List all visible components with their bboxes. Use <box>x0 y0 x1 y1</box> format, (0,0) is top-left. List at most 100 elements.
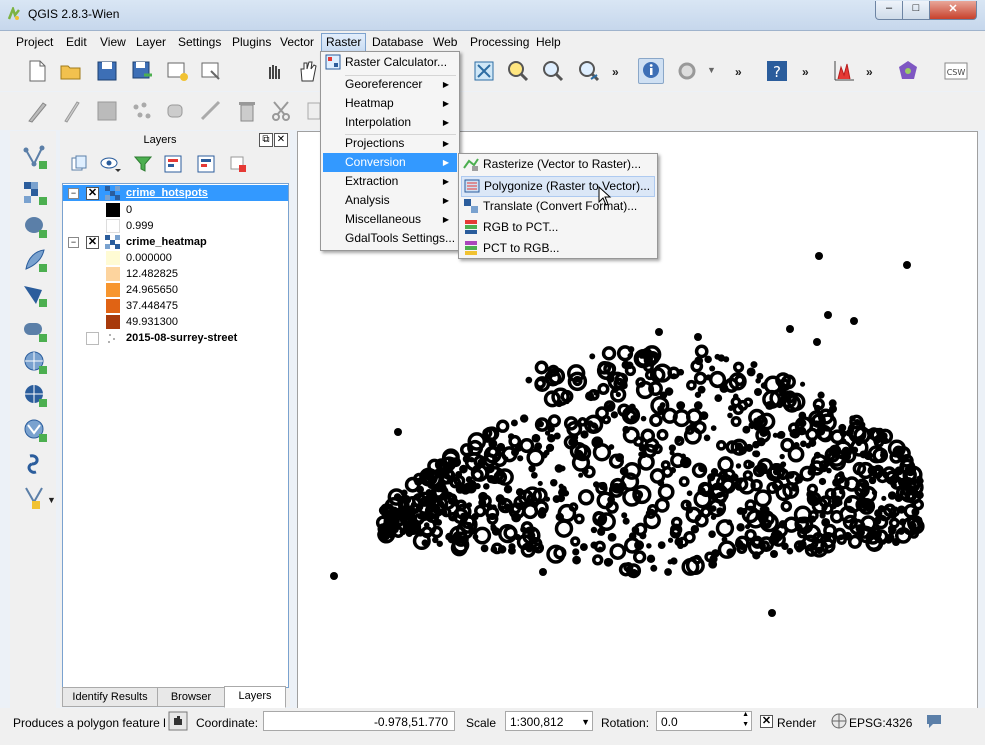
add-spatialite-layer-icon[interactable] <box>22 247 48 273</box>
spin-arrows-icon[interactable]: ▲ ▼ <box>742 710 749 730</box>
menu-raster[interactable]: Raster <box>321 33 367 52</box>
messages-icon[interactable] <box>925 713 943 729</box>
menu-item-conversion[interactable]: Conversion ▶ <box>323 153 457 172</box>
menu-view[interactable]: View <box>96 34 130 51</box>
tab-identify-results[interactable]: Identify Results <box>62 687 158 707</box>
close-window-button[interactable]: ✕ <box>929 1 977 20</box>
new-project-icon[interactable] <box>25 59 49 83</box>
add-group-icon[interactable] <box>70 155 88 173</box>
plugin-icon[interactable] <box>896 59 920 83</box>
node-tool-icon[interactable] <box>199 99 223 123</box>
menu-item-raster-calculator[interactable]: Raster Calculator... <box>323 53 457 72</box>
layer-visibility-checkbox[interactable]: ✕ <box>86 236 99 249</box>
select-dropdown-icon[interactable]: ▼ <box>707 65 716 75</box>
menu-item-rgb-to-pct[interactable]: RGB to PCT... <box>461 218 655 237</box>
menu-help[interactable]: Help <box>532 34 565 51</box>
minimize-button[interactable]: – <box>875 1 903 20</box>
add-wms-layer-icon[interactable] <box>22 349 48 375</box>
menu-vector[interactable]: Vector <box>276 34 318 51</box>
identify-features-icon[interactable] <box>638 58 664 84</box>
menu-item-translate[interactable]: Translate (Convert Format)... <box>461 197 655 216</box>
add-raster-layer-icon[interactable] <box>22 180 48 206</box>
filter-legend-icon[interactable] <box>134 155 152 173</box>
menu-processing[interactable]: Processing <box>466 34 533 51</box>
maximize-button[interactable]: □ <box>902 1 930 20</box>
tab-layers[interactable]: Layers <box>224 686 286 708</box>
add-vector-layer-icon[interactable] <box>22 144 48 170</box>
menu-item-georeferencer[interactable]: Georeferencer ▶ <box>323 75 457 94</box>
new-layer-icon[interactable] <box>22 484 48 510</box>
menu-layer[interactable]: Layer <box>132 34 170 51</box>
menu-item-gdaltools-settings[interactable]: GdalTools Settings... <box>323 229 457 248</box>
csw-icon[interactable]: CSW <box>944 59 968 83</box>
layer-row-surrey-street[interactable]: 2015-08-surrey-street <box>63 330 288 346</box>
help-icon[interactable]: ? <box>765 59 789 83</box>
manage-visibility-icon[interactable] <box>100 155 122 173</box>
save-edits-icon[interactable] <box>95 99 119 123</box>
open-project-icon[interactable] <box>59 59 83 83</box>
layer-visibility-checkbox[interactable] <box>86 332 99 345</box>
collapse-all-icon[interactable] <box>197 155 215 173</box>
menu-settings[interactable]: Settings <box>174 34 225 51</box>
add-delimited-text-icon[interactable] <box>22 452 48 478</box>
toggle-extents-icon[interactable] <box>168 711 188 731</box>
undock-panel-icon[interactable]: ⧉ <box>259 133 273 147</box>
menu-web[interactable]: Web <box>429 34 461 51</box>
scale-combobox[interactable]: 1:300,812 ▼ <box>505 711 593 731</box>
rotation-spinbox[interactable]: 0.0 ▲ ▼ <box>656 711 752 731</box>
composer-manager-icon[interactable] <box>199 59 223 83</box>
histogram-icon[interactable] <box>832 59 856 83</box>
zoom-last-icon[interactable] <box>577 59 601 83</box>
chevron-down-icon[interactable]: ▼ <box>581 712 590 732</box>
close-panel-icon[interactable]: ✕ <box>274 133 288 147</box>
move-feature-icon[interactable] <box>165 99 189 123</box>
collapse-toggle[interactable]: − <box>68 237 79 248</box>
save-as-icon[interactable] <box>130 59 154 83</box>
menu-item-miscellaneous[interactable]: Miscellaneous ▶ <box>323 210 457 229</box>
menu-project[interactable]: Project <box>12 34 57 51</box>
expand-all-icon[interactable] <box>164 155 182 173</box>
menu-item-pct-to-rgb[interactable]: PCT to RGB... <box>461 239 655 258</box>
coordinate-field[interactable]: -0.978,51.770 <box>263 711 455 731</box>
add-postgis-layer-icon[interactable] <box>22 213 48 239</box>
add-mssql-layer-icon[interactable] <box>22 282 48 308</box>
menu-item-rasterize[interactable]: Rasterize (Vector to Raster)... <box>461 155 655 174</box>
pan-map-icon[interactable] <box>296 59 320 83</box>
layer-row-crime-hotspots[interactable]: − ✕ crime_hotspots <box>63 185 288 201</box>
add-oracle-layer-icon[interactable] <box>22 317 48 343</box>
menu-item-heatmap[interactable]: Heatmap ▶ <box>323 94 457 113</box>
menu-plugins[interactable]: Plugins <box>228 34 275 51</box>
add-feature-icon[interactable] <box>130 99 154 123</box>
new-print-composer-icon[interactable] <box>165 59 189 83</box>
delete-selected-icon[interactable] <box>235 99 259 123</box>
crs-globe-icon[interactable] <box>831 713 847 729</box>
toolbar-overflow-icon-4[interactable]: » <box>866 65 873 79</box>
menu-item-analysis[interactable]: Analysis ▶ <box>323 191 457 210</box>
zoom-to-layer-icon[interactable] <box>506 59 530 83</box>
cut-features-icon[interactable] <box>270 99 294 123</box>
select-features-icon[interactable] <box>675 59 699 83</box>
tab-browser[interactable]: Browser <box>157 687 225 707</box>
menu-item-extraction[interactable]: Extraction ▶ <box>323 172 457 191</box>
crs-label[interactable]: EPSG:4326 <box>849 716 912 730</box>
zoom-to-selection-icon[interactable] <box>541 59 565 83</box>
layer-visibility-checkbox[interactable]: ✕ <box>86 187 99 200</box>
toolbar-overflow-icon-3[interactable]: » <box>802 65 809 79</box>
menu-item-interpolation[interactable]: Interpolation ▶ <box>323 113 457 132</box>
toolbar-overflow-icon-2[interactable]: » <box>735 65 742 79</box>
toggle-editing-icon[interactable] <box>59 99 83 123</box>
layer-row-crime-heatmap[interactable]: − ✕ crime_heatmap <box>63 234 288 250</box>
menu-database[interactable]: Database <box>368 34 427 51</box>
menu-edit[interactable]: Edit <box>62 34 91 51</box>
menu-item-projections[interactable]: Projections ▶ <box>323 134 457 153</box>
render-checkbox[interactable]: ✕ <box>760 715 773 728</box>
collapse-toggle[interactable]: − <box>68 188 79 199</box>
toolbar-overflow-icon[interactable]: » <box>612 65 619 79</box>
new-layer-dropdown-icon[interactable]: ▼ <box>47 495 56 505</box>
add-wfs-layer-icon[interactable] <box>22 417 48 443</box>
save-project-icon[interactable] <box>95 59 119 83</box>
edit-pencil-icon[interactable] <box>25 99 49 123</box>
zoom-full-icon[interactable] <box>472 59 496 83</box>
menu-item-polygonize[interactable]: Polygonize (Raster to Vector)... <box>461 176 655 197</box>
touch-zoom-icon[interactable] <box>262 59 286 83</box>
